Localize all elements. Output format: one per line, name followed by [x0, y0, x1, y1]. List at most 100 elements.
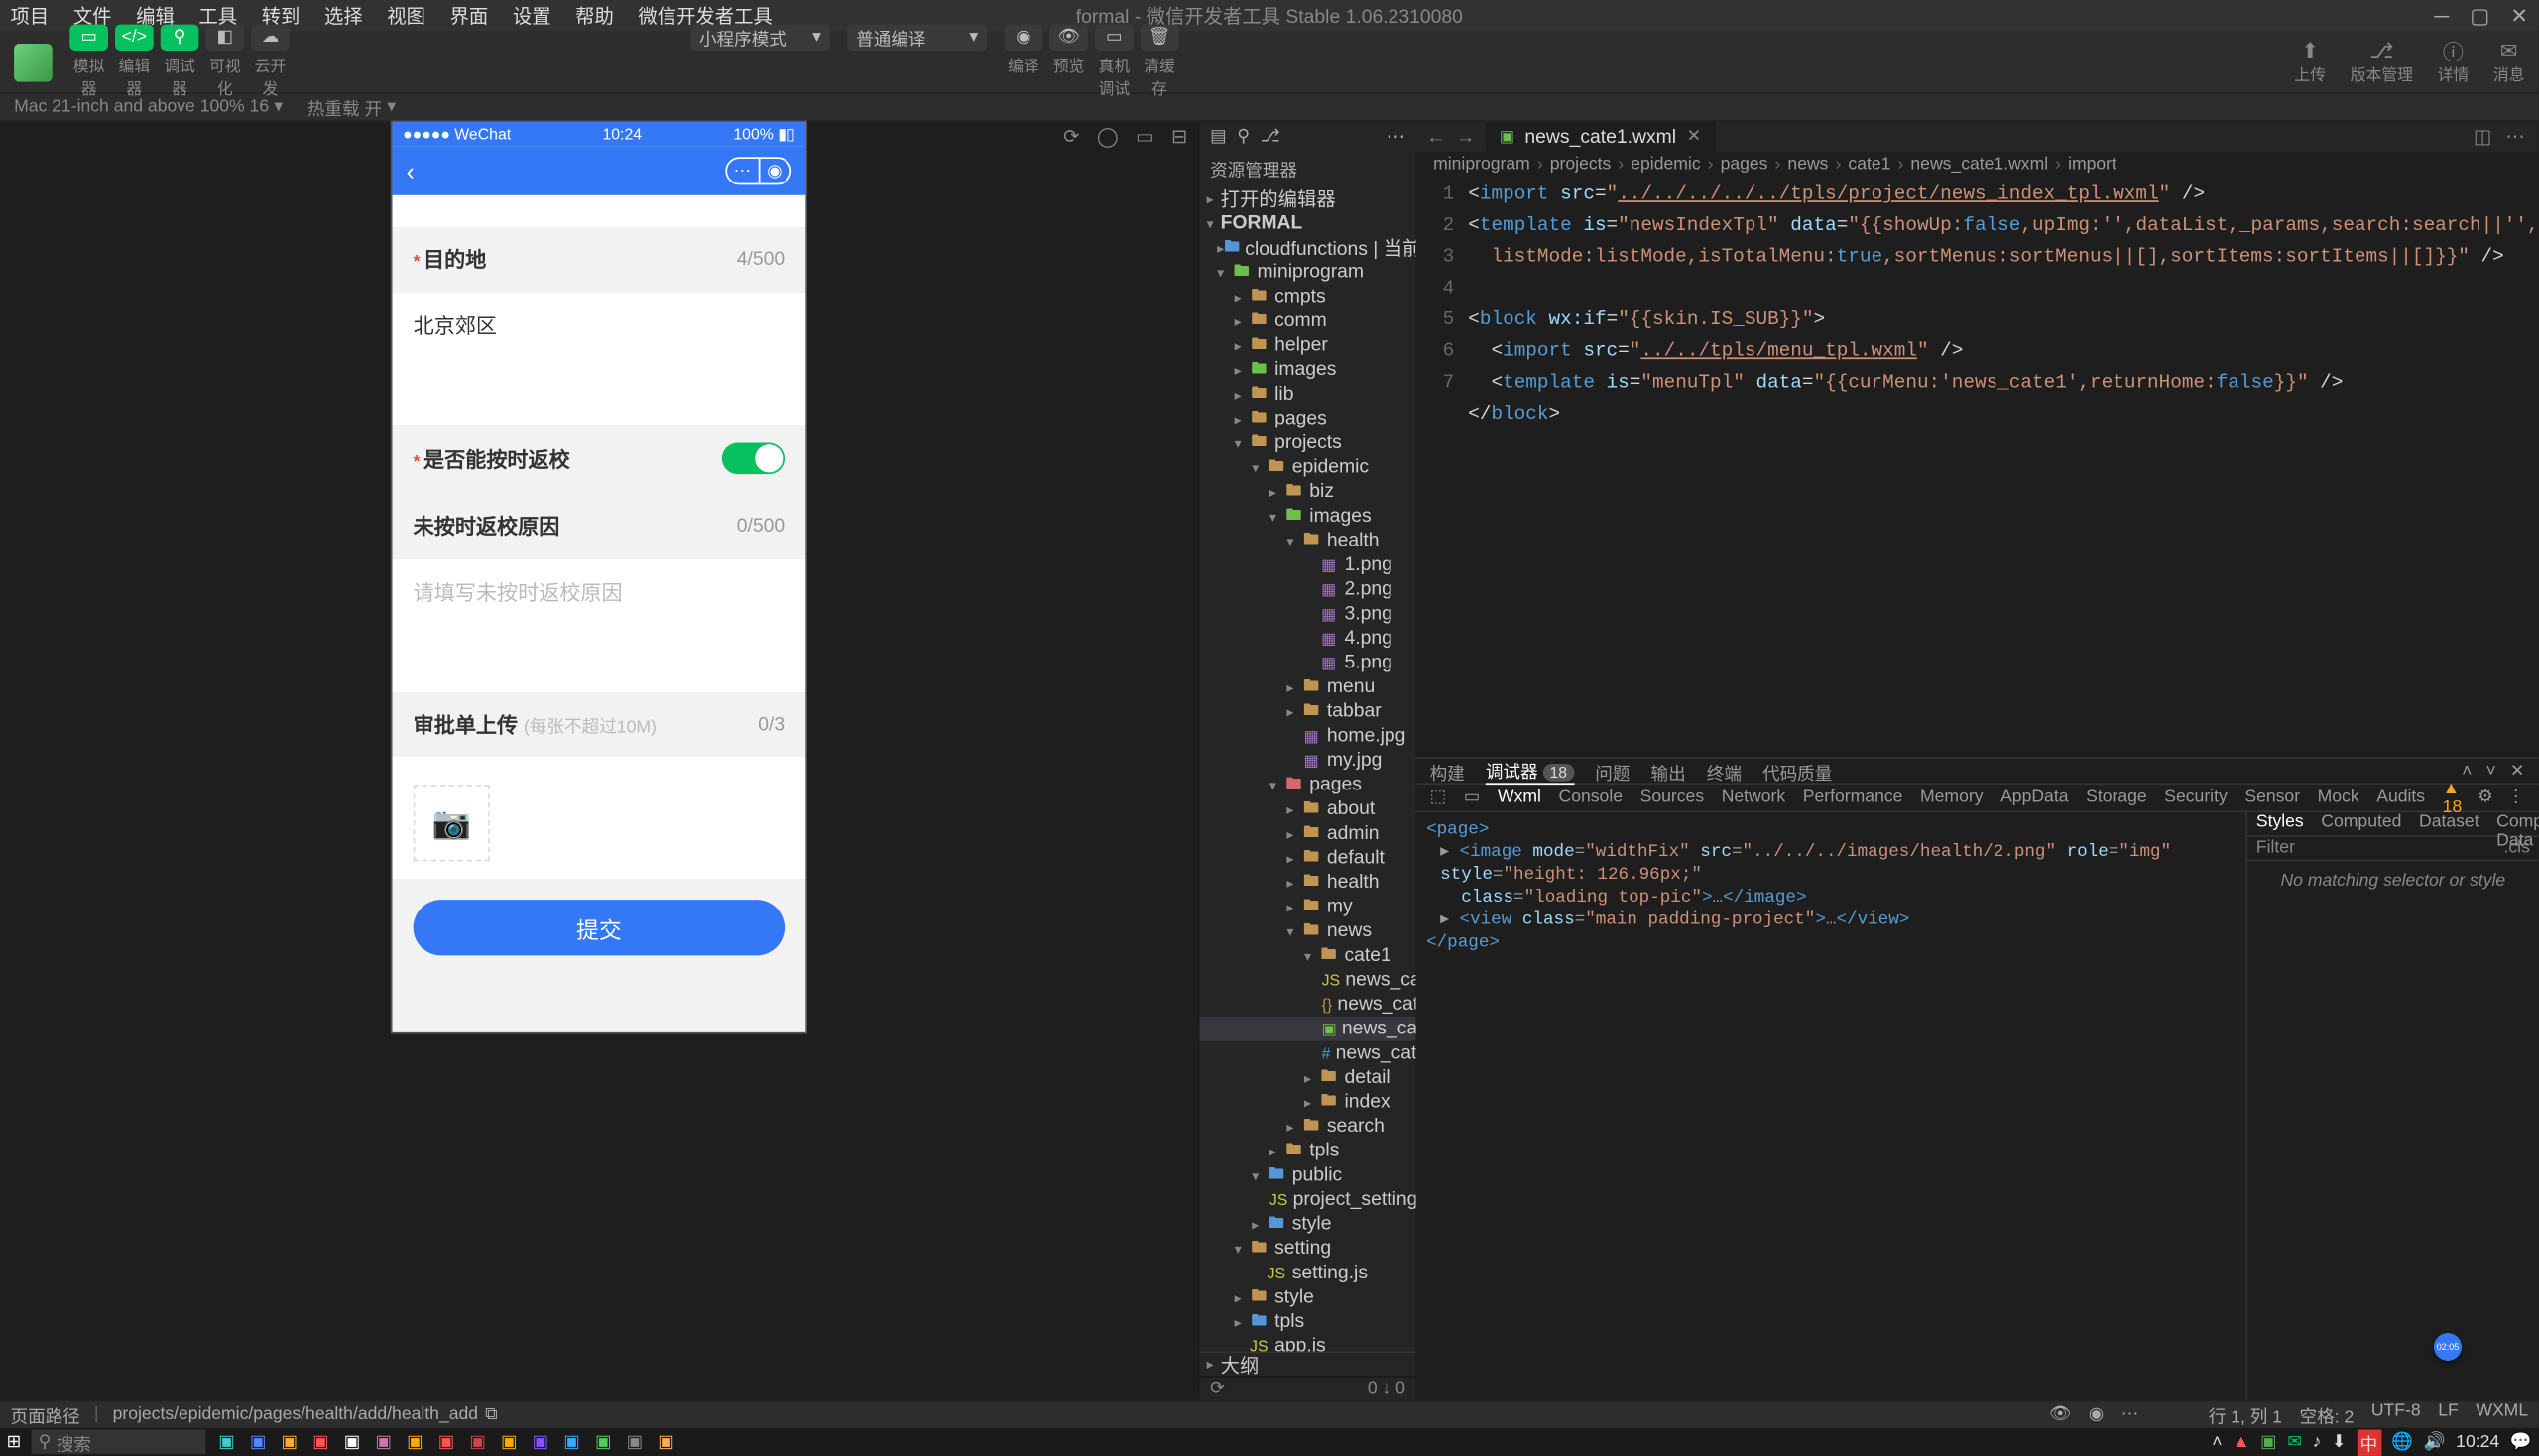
taskbar-app-13[interactable]: ▣: [621, 1430, 649, 1455]
tree-lib[interactable]: ▸🖿lib: [1200, 382, 1416, 407]
sim-home-icon[interactable]: ◯: [1097, 126, 1119, 149]
mode-dropdown[interactable]: 小程序模式▾: [690, 25, 830, 51]
tree-tabbar[interactable]: ▸🖿tabbar: [1200, 699, 1416, 724]
avatar[interactable]: [14, 43, 53, 81]
dt2-tab-Performance[interactable]: Performance: [1803, 789, 1903, 807]
taskbar-app-0[interactable]: ▣: [212, 1430, 240, 1455]
tree-5.png[interactable]: ▦5.png: [1200, 651, 1416, 675]
sim-refresh-icon[interactable]: ⟳: [1063, 126, 1079, 149]
styles-tab-Dataset[interactable]: Dataset: [2410, 812, 2487, 835]
toolbar-详情[interactable]: ⓘ详情: [2438, 39, 2470, 85]
tree-news_cate1.wxml[interactable]: ▣news_cate1.wxml: [1200, 1017, 1416, 1041]
git-icon[interactable]: ⎇: [1261, 126, 1280, 145]
start-button[interactable]: ⊞: [0, 1428, 28, 1456]
tree-cmpts[interactable]: ▸🖿cmpts: [1200, 285, 1416, 309]
tree-health[interactable]: ▸🖿health: [1200, 870, 1416, 895]
tray-icon[interactable]: ♪: [2312, 1432, 2321, 1451]
taskbar-app-11[interactable]: ▣: [558, 1430, 586, 1455]
tree-tpls[interactable]: ▸🖿tpls: [1200, 1309, 1416, 1334]
dt-down-icon[interactable]: ˅: [2485, 761, 2495, 780]
tree-images[interactable]: ▾🖿images: [1200, 504, 1416, 529]
dt2-tab-AppData[interactable]: AppData: [2000, 789, 2068, 807]
tray-icon[interactable]: ⬇: [2332, 1432, 2347, 1451]
tree-3.png[interactable]: ▦3.png: [1200, 602, 1416, 627]
taskbar-app-14[interactable]: ▣: [652, 1430, 679, 1455]
dt-tab-调试器[interactable]: 调试器 18: [1486, 757, 1574, 785]
tray-notifications-icon[interactable]: 💬: [2510, 1432, 2532, 1451]
dt2-tab-Network[interactable]: Network: [1722, 789, 1785, 807]
inspect-icon[interactable]: ⬚: [1430, 789, 1447, 807]
dt-tab-代码质量[interactable]: 代码质量: [1762, 758, 1832, 784]
search-icon[interactable]: ⚲: [1237, 126, 1250, 145]
dt2-tab-Audits[interactable]: Audits: [2376, 789, 2425, 807]
menu-界面[interactable]: 界面: [450, 2, 489, 30]
compile-dropdown[interactable]: 普通编译▾: [847, 25, 987, 51]
tray-chevron-icon[interactable]: ˄: [2212, 1432, 2222, 1451]
tree-menu[interactable]: ▸🖿menu: [1200, 674, 1416, 699]
tree-project_setting.js[interactable]: JSproject_setting.js: [1200, 1187, 1416, 1212]
tree-app.js[interactable]: JSapp.js: [1200, 1334, 1416, 1352]
simulator-toggle[interactable]: ▭: [69, 25, 108, 51]
dt-tab-问题[interactable]: 问题: [1595, 758, 1630, 784]
dt-more-icon[interactable]: ⋮: [2507, 789, 2525, 807]
tree-my[interactable]: ▸🖿my: [1200, 895, 1416, 919]
tree-index[interactable]: ▸🖿index: [1200, 1090, 1416, 1115]
tree-2.png[interactable]: ▦2.png: [1200, 577, 1416, 602]
taskbar-app-4[interactable]: ▣: [338, 1430, 366, 1455]
tree-images[interactable]: ▸🖿images: [1200, 357, 1416, 382]
git-sync-icon[interactable]: ⟳: [1210, 1380, 1225, 1398]
tree-about[interactable]: ▸🖿about: [1200, 796, 1416, 821]
tray-ime-icon[interactable]: 中: [2357, 1429, 2381, 1455]
tray-icon[interactable]: ▲: [2233, 1432, 2249, 1451]
styles-tab-Component Data[interactable]: Component Data: [2487, 812, 2539, 835]
toolbar-消息[interactable]: ✉消息: [2493, 39, 2525, 85]
maximize-icon[interactable]: ▢: [2470, 4, 2489, 29]
status-icon[interactable]: 👁: [2049, 1405, 2071, 1424]
taskbar-app-2[interactable]: ▣: [276, 1430, 303, 1455]
back-icon[interactable]: ‹: [407, 157, 415, 184]
tree-home.jpg[interactable]: ▦home.jpg: [1200, 724, 1416, 749]
editor-toggle[interactable]: </>: [115, 25, 154, 51]
tree-setting[interactable]: ▾🖿setting: [1200, 1236, 1416, 1261]
tree-style[interactable]: ▸🖿style: [1200, 1212, 1416, 1237]
nav-forward-icon[interactable]: →: [1456, 126, 1475, 147]
debugger-toggle[interactable]: ⚲: [161, 25, 199, 51]
tree-4.png[interactable]: ▦4.png: [1200, 626, 1416, 651]
tray-volume-icon[interactable]: 🔊: [2424, 1432, 2446, 1451]
recording-timer[interactable]: 02:05: [2434, 1333, 2462, 1361]
tree-news_cate1.js[interactable]: JSnews_cate1.js: [1200, 968, 1416, 993]
device-info[interactable]: Mac 21-inch and above 100% 16: [14, 97, 269, 116]
tree-cloudfunctions | 当前环境: ...[interactable]: ▸🖿cloudfunctions | 当前环境: ...: [1200, 235, 1416, 260]
capsule[interactable]: ⋯◉: [725, 157, 791, 184]
dt-tab-终端[interactable]: 终端: [1707, 758, 1742, 784]
tray-network-icon[interactable]: 🌐: [2391, 1432, 2413, 1451]
root-folder[interactable]: ▾FORMAL: [1200, 211, 1416, 236]
hot-reload[interactable]: 热重载 开: [307, 94, 382, 120]
dt2-tab-Wxml[interactable]: Wxml: [1498, 789, 1541, 807]
dt-tab-构建[interactable]: 构建: [1430, 758, 1465, 784]
tree-epidemic[interactable]: ▾🖿epidemic: [1200, 455, 1416, 480]
tree-setting.js[interactable]: JSsetting.js: [1200, 1261, 1416, 1285]
dt-close-icon[interactable]: ✕: [2510, 761, 2525, 780]
tree-default[interactable]: ▸🖿default: [1200, 846, 1416, 871]
tree-health[interactable]: ▾🖿health: [1200, 529, 1416, 553]
dt2-tab-Security[interactable]: Security: [2164, 789, 2228, 807]
code-editor[interactable]: <import src="../../../../../tpls/project…: [1468, 180, 2538, 757]
status-LF[interactable]: LF: [2438, 1401, 2459, 1427]
cloud-toggle[interactable]: ☁: [251, 25, 290, 51]
taskbar-search[interactable]: ⚲ 搜索: [32, 1430, 206, 1455]
breadcrumb[interactable]: miniprogram›projects›epidemic›pages›news…: [1416, 152, 2539, 177]
menu-设置[interactable]: 设置: [513, 2, 551, 30]
warning-badge[interactable]: ▲ 18: [2443, 779, 2464, 817]
compile-button[interactable]: ◉: [1005, 25, 1043, 51]
menu-项目[interactable]: 项目: [11, 2, 50, 30]
sim-rotate-icon[interactable]: ⊟: [1171, 126, 1187, 149]
upload-box[interactable]: 📷: [414, 785, 490, 861]
status-icon[interactable]: ⋯: [2121, 1405, 2139, 1424]
tree-miniprogram[interactable]: ▾🖿miniprogram: [1200, 260, 1416, 285]
taskbar-app-1[interactable]: ▣: [244, 1430, 272, 1455]
elements-panel[interactable]: <page> ▸ <image mode="widthFix" src="../…: [1416, 812, 2246, 1399]
tree-my.jpg[interactable]: ▦my.jpg: [1200, 748, 1416, 773]
device-icon[interactable]: ▭: [1464, 789, 1481, 807]
tree-detail[interactable]: ▸🖿detail: [1200, 1065, 1416, 1090]
